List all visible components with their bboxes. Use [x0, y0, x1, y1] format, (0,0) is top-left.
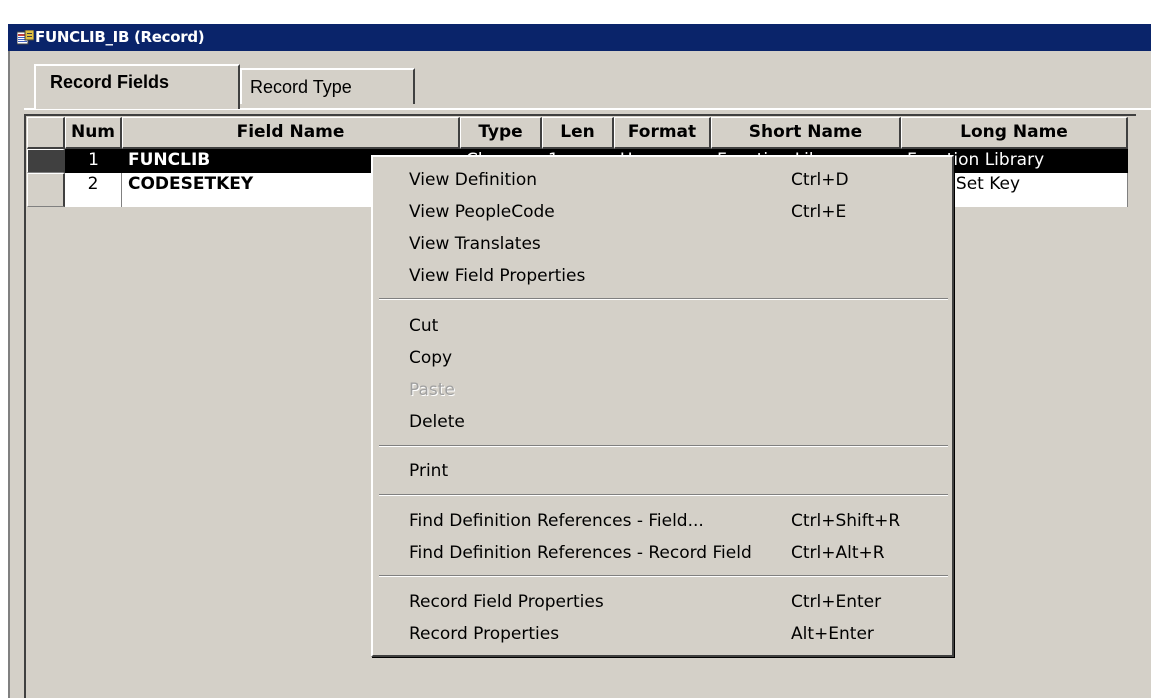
column-header-num[interactable]: Num [65, 117, 122, 149]
menu-item-view-peoplecode[interactable]: View PeopleCode Ctrl+E [409, 197, 949, 227]
menu-item-shortcut: Ctrl+E [791, 202, 847, 222]
menu-item-shortcut: Alt+Enter [791, 624, 874, 644]
menu-item-record-properties[interactable]: Record Properties Alt+Enter [409, 619, 949, 649]
menu-item-label: Cut [409, 316, 439, 336]
menu-item-shortcut: Ctrl+Enter [791, 592, 882, 612]
menu-item-label: Record Properties [409, 624, 560, 644]
menu-item-cut[interactable]: Cut [409, 311, 949, 341]
window-titlebar[interactable]: FUNCLIB_IB (Record) [8, 24, 1151, 51]
menu-item-label: Paste [409, 380, 455, 400]
menu-item-print[interactable]: Print [409, 456, 949, 486]
row-selector[interactable] [27, 173, 65, 207]
row-num[interactable]: 2 [65, 173, 122, 207]
menu-item-view-definition[interactable]: View Definition Ctrl+D [409, 165, 949, 195]
menu-item-label: View Definition [409, 170, 538, 190]
tab-record-type[interactable]: Record Type [240, 68, 415, 104]
record-definition-icon [17, 30, 34, 45]
menu-item-label: Copy [409, 348, 453, 368]
menu-item-label: View Translates [409, 234, 541, 254]
tab-record-fields-label: Record Fields [50, 72, 170, 92]
menu-item-shortcut: Ctrl+Alt+R [791, 543, 885, 563]
tab-record-fields[interactable]: Record Fields [34, 64, 240, 109]
column-header-field-name[interactable]: Field Name [122, 117, 460, 149]
column-header-short-name[interactable]: Short Name [711, 117, 901, 149]
menu-item-paste: Paste [409, 375, 949, 405]
column-header-len[interactable]: Len [542, 117, 614, 149]
row-selector-header [27, 117, 65, 149]
column-header-long-name[interactable]: Long Name [901, 117, 1128, 149]
menu-item-label: View Field Properties [409, 266, 586, 286]
menu-item-find-references-field[interactable]: Find Definition References - Field... Ct… [409, 506, 949, 536]
window-title: FUNCLIB_IB (Record) [35, 28, 205, 46]
context-menu: View Definition Ctrl+D View PeopleCode C… [371, 155, 954, 657]
menu-separator [379, 445, 948, 447]
menu-item-copy[interactable]: Copy [409, 343, 949, 373]
menu-item-label: Print [409, 461, 449, 481]
menu-item-record-field-properties[interactable]: Record Field Properties Ctrl+Enter [409, 587, 949, 617]
menu-item-view-field-properties[interactable]: View Field Properties [409, 261, 949, 291]
menu-separator [379, 494, 948, 496]
menu-item-shortcut: Ctrl+Shift+R [791, 511, 901, 531]
menu-separator [379, 298, 948, 300]
tab-record-type-label: Record Type [250, 77, 352, 97]
menu-item-label: Record Field Properties [409, 592, 604, 612]
row-num[interactable]: 1 [65, 149, 122, 173]
menu-item-find-references-record-field[interactable]: Find Definition References - Record Fiel… [409, 538, 949, 568]
row-selector[interactable] [27, 149, 65, 173]
menu-item-view-translates[interactable]: View Translates [409, 229, 949, 259]
column-header-format[interactable]: Format [614, 117, 711, 149]
menu-item-label: Find Definition References - Record Fiel… [409, 543, 752, 563]
menu-item-label: Delete [409, 412, 465, 432]
menu-item-label: Find Definition References - Field... [409, 511, 704, 531]
menu-item-delete[interactable]: Delete [409, 407, 949, 437]
column-header-type[interactable]: Type [460, 117, 542, 149]
menu-item-label: View PeopleCode [409, 202, 555, 222]
menu-separator [379, 575, 948, 577]
menu-item-shortcut: Ctrl+D [791, 170, 849, 190]
